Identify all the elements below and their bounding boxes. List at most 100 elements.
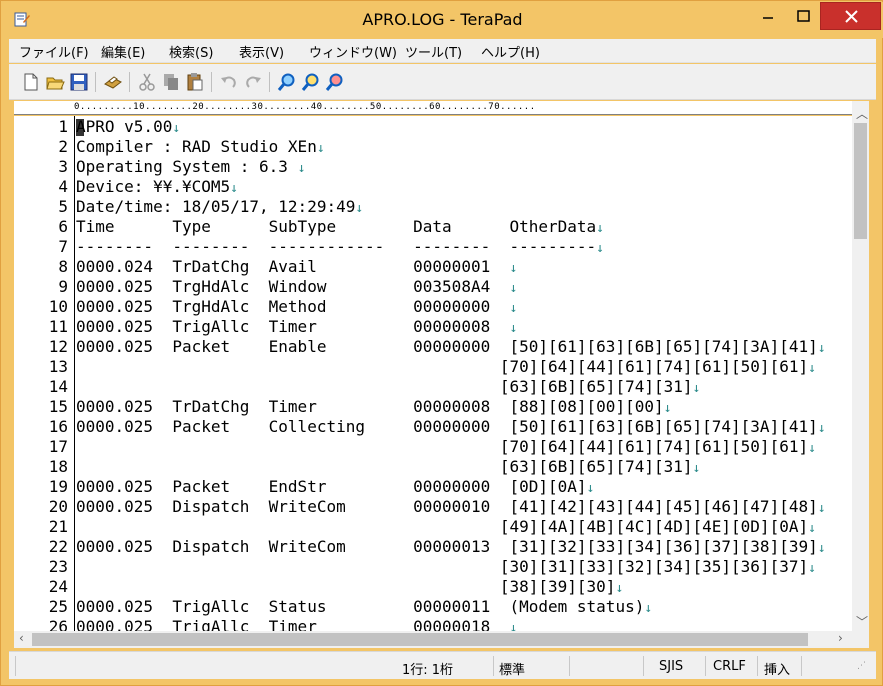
menu-help[interactable]: ヘルプ(H) [481, 42, 540, 61]
line-text[interactable]: Date/time: 18/05/17, 12:29:49↓ [76, 197, 363, 216]
close-button[interactable] [820, 2, 881, 30]
editor-line[interactable]: 11 0000.025 TrigAllc Timer 00000008 ↓ [14, 317, 852, 337]
paste-icon[interactable] [185, 72, 205, 92]
redo-icon[interactable] [243, 72, 263, 92]
line-text[interactable]: APRO v5.00↓ [76, 117, 180, 136]
find-icon[interactable] [277, 72, 297, 92]
find-prev-icon[interactable] [325, 72, 345, 92]
vertical-scrollbar[interactable]: ︿ ﹀ [852, 101, 869, 631]
line-number: 26 [48, 617, 68, 631]
find-next-icon[interactable] [301, 72, 321, 92]
line-number: 23 [48, 557, 68, 576]
title-bar[interactable]: APRO.LOG - TeraPad [2, 2, 883, 38]
editor-line[interactable]: 14 [63][6B][65][74][31]↓ [14, 377, 852, 397]
line-text[interactable]: Compiler : RAD Studio XEn↓ [76, 137, 325, 156]
editor-line[interactable]: 25 0000.025 TrigAllc Status 00000011 (Mod… [14, 597, 852, 617]
editor-line[interactable]: 9 0000.025 TrgHdAlc Window 003508A4 ↓ [14, 277, 852, 297]
new-file-icon[interactable] [21, 72, 41, 92]
line-text[interactable]: [49][4A][4B][4C][4D][4E][0D][0A]↓ [76, 517, 816, 536]
editor-line[interactable]: 23 [30][31][33][32][34][35][36][37]↓ [14, 557, 852, 577]
undo-icon[interactable] [219, 72, 239, 92]
editor-line[interactable]: 22 0000.025 Dispatch WriteCom 00000013 [3… [14, 537, 852, 557]
line-text[interactable]: 0000.025 TrgHdAlc Window 003508A4 ↓ [76, 277, 517, 296]
menu-search[interactable]: 検索(S) [169, 42, 213, 61]
text-editor[interactable]: 1 APRO v5.00↓ 2 Compiler : RAD Studio XEn↓ 3… [14, 116, 852, 631]
line-text[interactable]: [63][6B][65][74][31]↓ [76, 377, 700, 396]
line-text[interactable]: 0000.025 TrDatChg Timer 00000008 [88][08… [76, 397, 671, 416]
line-text[interactable]: Operating System : 6.3 ↓ [76, 157, 305, 176]
line-text[interactable]: 0000.025 Packet EndStr 00000000 [0D][0A]… [76, 477, 594, 496]
editor-line[interactable]: 24 [38][39][30]↓ [14, 577, 852, 597]
line-text[interactable]: 0000.025 TrigAllc Timer 00000018 ↓ [76, 617, 517, 631]
scroll-right-icon[interactable]: › [838, 631, 843, 645]
scroll-down-icon[interactable]: ﹀ [856, 613, 868, 630]
copy-icon[interactable] [161, 72, 181, 92]
horizontal-scrollbar[interactable]: ‹ › [14, 631, 852, 648]
line-content: 0000.025 TrgHdAlc Method 00000000 [76, 297, 510, 316]
line-text[interactable]: 0000.025 TrgHdAlc Method 00000000 ↓ [76, 297, 517, 316]
line-text[interactable]: [30][31][33][32][34][35][36][37]↓ [76, 557, 816, 576]
toolbar-separator [211, 72, 212, 92]
line-ending-indicator[interactable]: CRLF [713, 659, 746, 674]
menu-window[interactable]: ウィンドウ(W) [309, 42, 397, 61]
line-text[interactable]: 0000.025 Dispatch WriteCom 00000010 [41]… [76, 497, 826, 516]
scroll-up-icon[interactable]: ︿ [856, 105, 868, 122]
line-text[interactable]: 0000.025 Packet Enable 00000000 [50][61]… [76, 337, 826, 356]
editor-line[interactable]: 1 APRO v5.00↓ [14, 117, 852, 137]
editor-line[interactable]: 7 -------- -------- ------------ --------… [14, 237, 852, 257]
editor-line[interactable]: 17 [70][64][44][61][74][61][50][61]↓ [14, 437, 852, 457]
line-text[interactable]: 0000.025 Packet Collecting 00000000 [50]… [76, 417, 826, 436]
editor-line[interactable]: 6 Time Type SubType Data OtherData↓ [14, 217, 852, 237]
editor-line[interactable]: 16 0000.025 Packet Collecting 00000000 [5… [14, 417, 852, 437]
eol-mark: ↓ [615, 581, 624, 596]
menu-edit[interactable]: 編集(E) [101, 42, 145, 61]
line-text[interactable]: [38][39][30]↓ [76, 577, 623, 596]
eol-mark: ↓ [808, 441, 816, 456]
editor-line[interactable]: 18 [63][6B][65][74][31]↓ [14, 457, 852, 477]
line-content: 0000.025 Dispatch WriteCom 00000010 [41]… [76, 497, 818, 516]
editor-line[interactable]: 5 Date/time: 18/05/17, 12:29:49↓ [14, 197, 852, 217]
editor-line[interactable]: 21 [49][4A][4B][4C][4D][4E][0D][0A]↓ [14, 517, 852, 537]
print-icon[interactable] [103, 72, 123, 92]
line-text[interactable]: [63][6B][65][74][31]↓ [76, 457, 700, 476]
line-text[interactable]: 0000.025 TrigAllc Timer 00000008 ↓ [76, 317, 517, 336]
save-icon[interactable] [69, 72, 89, 92]
menu-file[interactable]: ファイル(F) [19, 42, 89, 61]
menu-view[interactable]: 表示(V) [239, 42, 284, 61]
line-number: 25 [48, 597, 68, 616]
resize-grip-icon[interactable]: ⋰ [857, 661, 866, 671]
eol-mark: ↓ [586, 481, 595, 496]
line-text[interactable]: 0000.025 TrigAllc Status 00000011 (Modem… [76, 597, 652, 616]
line-text[interactable]: Time Type SubType Data OtherData↓ [76, 217, 604, 236]
editor-line[interactable]: 3 Operating System : 6.3 ↓ [14, 157, 852, 177]
editor-line[interactable]: 4 Device: ¥¥.¥COM5↓ [14, 177, 852, 197]
editor-line[interactable]: 10 0000.025 TrgHdAlc Method 00000000 ↓ [14, 297, 852, 317]
editor-line[interactable]: 19 0000.025 Packet EndStr 00000000 [0D][0… [14, 477, 852, 497]
menu-tools[interactable]: ツール(T) [405, 42, 462, 61]
editor-line[interactable]: 15 0000.025 TrDatChg Timer 00000008 [88][… [14, 397, 852, 417]
line-text[interactable]: 0000.025 Dispatch WriteCom 00000013 [31]… [76, 537, 826, 556]
editor-line[interactable]: 8 0000.024 TrDatChg Avail 00000001 ↓ [14, 257, 852, 277]
cut-icon[interactable] [137, 72, 157, 92]
editor-line[interactable]: 13 [70][64][44][61][74][61][50][61]↓ [14, 357, 852, 377]
open-folder-icon[interactable] [45, 72, 65, 92]
minimize-button[interactable] [746, 4, 790, 30]
line-text[interactable]: [70][64][44][61][74][61][50][61]↓ [76, 357, 816, 376]
line-number: 2 [58, 137, 68, 156]
line-text[interactable]: [70][64][44][61][74][61][50][61]↓ [76, 437, 816, 456]
maximize-button[interactable] [790, 4, 818, 30]
line-content: 0000.025 Packet EndStr 00000000 [0D][0A] [76, 477, 587, 496]
status-separator [757, 656, 758, 676]
editor-line[interactable]: 26 0000.025 TrigAllc Timer 00000018 ↓ [14, 617, 852, 631]
editor-line[interactable]: 2 Compiler : RAD Studio XEn↓ [14, 137, 852, 157]
encoding-indicator[interactable]: SJIS [659, 659, 683, 674]
insert-mode-indicator[interactable]: 挿入 [764, 659, 790, 678]
line-text[interactable]: 0000.024 TrDatChg Avail 00000001 ↓ [76, 257, 517, 276]
scroll-left-icon[interactable]: ‹ [19, 631, 24, 645]
editor-line[interactable]: 12 0000.025 Packet Enable 00000000 [50][6… [14, 337, 852, 357]
line-text[interactable]: Device: ¥¥.¥COM5↓ [76, 177, 238, 196]
editor-line[interactable]: 20 0000.025 Dispatch WriteCom 00000010 [4… [14, 497, 852, 517]
horizontal-scroll-thumb[interactable] [32, 633, 808, 646]
line-text[interactable]: -------- -------- ------------ -------- … [76, 237, 604, 256]
vertical-scroll-thumb[interactable] [854, 123, 867, 239]
